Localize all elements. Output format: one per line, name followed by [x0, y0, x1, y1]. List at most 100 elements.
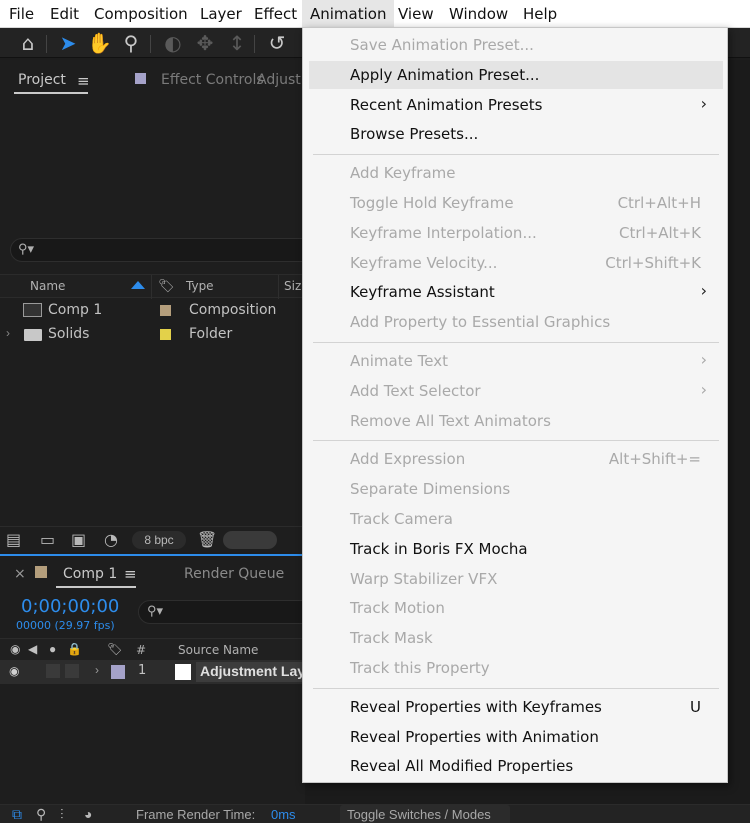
audio-column-icon[interactable]: ◀	[28, 642, 37, 656]
label-tag-icon[interactable]: 🏷	[158, 278, 175, 294]
menu-layer[interactable]: Layer	[200, 5, 242, 23]
submenu-arrow-icon: ›	[700, 93, 707, 113]
tab-comp[interactable]: Comp 1	[63, 566, 117, 582]
tab-underline	[14, 92, 88, 94]
interpret-footage-icon[interactable]: ▤	[6, 530, 21, 549]
menu-item-apply-animation-preset[interactable]: Apply Animation Preset...	[309, 60, 723, 89]
visibility-eye-icon[interactable]: ◉	[9, 664, 19, 678]
menu-help[interactable]: Help	[523, 5, 557, 23]
expand-chevron-icon[interactable]: ›	[95, 663, 99, 677]
pan-camera-icon[interactable]: ✥	[193, 31, 217, 55]
menu-item-animate-text[interactable]: Animate Text ›	[309, 347, 723, 375]
label-color-swatch[interactable]	[160, 305, 171, 316]
trash-icon[interactable]: 🗑	[197, 530, 217, 549]
menu-item-separate-dimensions[interactable]: Separate Dimensions	[309, 475, 723, 503]
menu-item-label: Track Motion	[350, 599, 445, 618]
toolbar-divider	[254, 35, 255, 53]
menu-item-label: Apply Animation Preset...	[350, 65, 540, 84]
tab-effect-controls[interactable]: Effect Controls	[161, 72, 264, 88]
label-tag-icon[interactable]: 🏷	[107, 642, 122, 656]
item-name: Comp 1	[48, 302, 103, 318]
menu-item-toggle-hold-keyframe[interactable]: Toggle Hold Keyframe Ctrl+Alt+H	[309, 189, 723, 217]
menu-item-browse-presets[interactable]: Browse Presets...	[309, 120, 723, 148]
frame-render-label: Frame Render Time:	[136, 807, 256, 822]
menu-item-reveal-properties-with-keyframes[interactable]: Reveal Properties with Keyframes U	[309, 693, 723, 721]
close-icon[interactable]: ×	[14, 566, 26, 582]
layer-label-color[interactable]	[111, 665, 125, 679]
motion-blur-icon[interactable]: ◕	[84, 806, 92, 822]
menu-effect[interactable]: Effect	[254, 5, 297, 23]
menu-item-add-keyframe[interactable]: Add Keyframe	[309, 159, 723, 187]
menu-item-add-expression[interactable]: Add Expression Alt+Shift+=	[309, 445, 723, 473]
lock-column-icon[interactable]: 🔒	[67, 642, 82, 656]
solo-column-icon[interactable]: ●	[49, 642, 56, 656]
column-type[interactable]: Type	[186, 279, 214, 293]
expand-chevron-icon[interactable]: ›	[6, 326, 10, 340]
bit-depth-button[interactable]: 8 bpc	[132, 531, 186, 549]
menu-item-save-animation-preset[interactable]: Save Animation Preset...	[309, 31, 723, 59]
frame-blending-icon[interactable]: ⫶	[60, 806, 64, 823]
menu-item-warp-stabilizer-vfx[interactable]: Warp Stabilizer VFX	[309, 565, 723, 593]
orbit-camera-icon[interactable]: ◐	[161, 31, 185, 55]
timeline-search-input[interactable]: ⚲▾	[138, 600, 305, 624]
column-name[interactable]: Name	[30, 279, 65, 293]
menu-item-keyframe-assistant[interactable]: Keyframe Assistant ›	[309, 278, 723, 306]
menu-item-label: Track Mask	[350, 629, 433, 648]
menu-item-track-mask[interactable]: Track Mask	[309, 624, 723, 652]
tab-project[interactable]: Project	[18, 72, 66, 88]
zoom-tool-icon[interactable]: ⚲	[119, 31, 143, 55]
menu-window[interactable]: Window	[449, 5, 508, 23]
shy-layers-icon[interactable]: ⚲	[36, 806, 46, 823]
sort-ascending-icon[interactable]	[131, 281, 145, 289]
menu-item-track-motion[interactable]: Track Motion	[309, 594, 723, 622]
menu-view[interactable]: View	[398, 5, 434, 23]
menu-item-shortcut: U	[690, 697, 701, 716]
comp-flowchart-icon[interactable]: ⧉	[12, 806, 22, 823]
menu-item-track-in-boris-fx-mocha[interactable]: Track in Boris FX Mocha	[309, 535, 723, 563]
menu-item-reveal-all-modified-properties[interactable]: Reveal All Modified Properties	[309, 752, 723, 780]
project-item-comp[interactable]: Comp 1 Composition	[0, 299, 305, 323]
menu-item-track-this-property[interactable]: Track this Property	[309, 654, 723, 682]
menu-item-remove-all-text-animators[interactable]: Remove All Text Animators	[309, 407, 723, 435]
label-color-swatch[interactable]	[160, 329, 171, 340]
project-search-input[interactable]: ⚲▾	[10, 238, 305, 262]
home-icon[interactable]: ⌂	[16, 31, 40, 55]
menu-item-label: Add Expression	[350, 450, 466, 469]
menu-item-track-camera[interactable]: Track Camera	[309, 505, 723, 533]
new-composition-icon[interactable]: ▣	[71, 530, 86, 549]
hand-tool-icon[interactable]: ✋	[87, 31, 112, 55]
timeline-panel: × Comp 1 ≡ Render Queue 0;00;00;00 00000…	[0, 554, 750, 823]
layer-name-field[interactable]: Adjustment Lay	[196, 662, 305, 682]
menu-composition[interactable]: Composition	[94, 5, 188, 23]
hamburger-menu-icon[interactable]: ≡	[77, 72, 90, 90]
submenu-arrow-icon: ›	[700, 379, 707, 399]
selection-tool-icon[interactable]: ➤	[56, 31, 80, 55]
dolly-camera-icon[interactable]: ↕	[225, 31, 249, 55]
menu-file[interactable]: File	[9, 5, 34, 23]
horizontal-scrollbar[interactable]	[223, 531, 277, 549]
menu-item-label: Keyframe Assistant	[350, 283, 495, 302]
menu-animation[interactable]: Animation	[302, 0, 395, 28]
menu-item-add-text-selector[interactable]: Add Text Selector ›	[309, 377, 723, 405]
project-item-solids[interactable]: › Solids Folder	[0, 323, 305, 347]
solo-toggle[interactable]	[46, 664, 60, 678]
column-source-name[interactable]: Source Name	[178, 643, 258, 657]
hamburger-menu-icon[interactable]: ≡	[124, 565, 137, 583]
toggle-switches-label: Toggle Switches / Modes	[347, 807, 491, 822]
menu-item-shortcut: Ctrl+Alt+K	[619, 223, 701, 242]
menu-item-keyframe-velocity[interactable]: Keyframe Velocity... Ctrl+Shift+K	[309, 249, 723, 277]
layer-row[interactable]: ◉ › 1 Adjustment Lay	[0, 660, 305, 684]
menu-item-keyframe-interpolation[interactable]: Keyframe Interpolation... Ctrl+Alt+K	[309, 219, 723, 247]
lock-toggle[interactable]	[65, 664, 79, 678]
menu-item-add-property-to-essential-graphics[interactable]: Add Property to Essential Graphics	[309, 308, 723, 336]
tab-render-queue[interactable]: Render Queue	[184, 566, 284, 582]
menu-item-label: Keyframe Velocity...	[350, 253, 498, 272]
eye-column-icon[interactable]: ◉	[10, 642, 20, 656]
project-settings-icon[interactable]: ◔	[104, 530, 118, 549]
menu-item-recent-animation-presets[interactable]: Recent Animation Presets ›	[309, 91, 723, 119]
current-timecode[interactable]: 0;00;00;00	[21, 596, 119, 617]
new-folder-icon[interactable]: ▭	[40, 530, 55, 549]
menu-item-reveal-properties-with-animation[interactable]: Reveal Properties with Animation	[309, 723, 723, 751]
menu-edit[interactable]: Edit	[50, 5, 79, 23]
rotation-tool-icon[interactable]: ↺	[265, 31, 289, 55]
